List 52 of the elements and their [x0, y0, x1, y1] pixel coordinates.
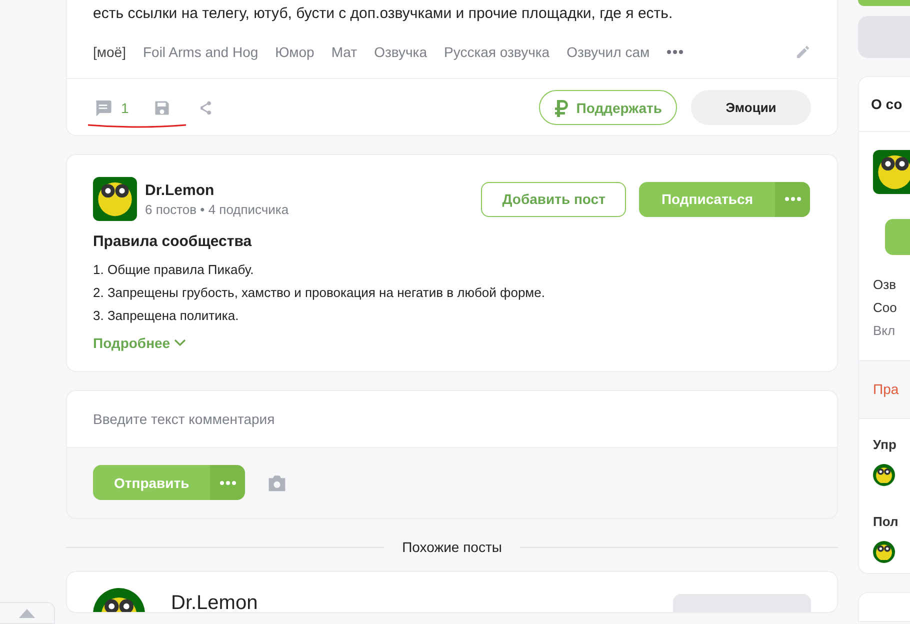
tag-link[interactable]: Юмор: [275, 44, 314, 60]
sidebar-heading: О со: [871, 96, 902, 112]
user-avatar[interactable]: [873, 541, 895, 563]
section-title: Упр: [873, 437, 896, 452]
rule-text: 2. Запрещены грубость, хамство и провокация на негатив в любой форме.: [92, 284, 546, 302]
owl-mascot-icon: [875, 544, 893, 560]
more-link[interactable]: Подробнее: [93, 335, 186, 351]
tag-link[interactable]: Озвучил сам: [566, 44, 650, 60]
owl-mascot-icon: [96, 181, 134, 217]
scroll-top-button[interactable]: [0, 602, 55, 624]
tag-link[interactable]: Озвучка: [374, 44, 428, 60]
tag-link[interactable]: Мат: [331, 44, 358, 60]
section-title: Пол: [873, 514, 898, 529]
sidebar-action-button[interactable]: [885, 219, 910, 255]
sidebar-text: Вкл: [873, 322, 896, 340]
sidebar-text: Озв: [873, 276, 896, 294]
camera-icon[interactable]: [267, 474, 288, 492]
post-text: есть ссылки на телегу, ютуб, бусти с доп.озвучками и прочие площадки, где я есть.: [92, 4, 674, 24]
comment-count: 1: [121, 100, 129, 116]
add-post-button[interactable]: Добавить пост: [481, 182, 626, 216]
subscribe-more-button[interactable]: [775, 182, 810, 216]
similar-posts-heading: Похожие посты: [402, 539, 502, 555]
more-dots-icon[interactable]: [784, 197, 800, 201]
up-triangle-icon: [19, 609, 35, 618]
emotions-button[interactable]: Эмоции: [691, 90, 811, 125]
sidebar-text: Соо: [873, 299, 897, 317]
tag-link[interactable]: Русская озвучка: [444, 44, 550, 60]
rule-text: 1. Общие правила Пикабу.: [92, 261, 255, 279]
pencil-icon[interactable]: [795, 44, 811, 60]
tag-link[interactable]: [моё]: [93, 44, 126, 60]
comment-icon[interactable]: [93, 98, 113, 118]
rule-text: 3. Запрещена политика.: [92, 307, 240, 325]
top-action-button[interactable]: [858, 0, 910, 6]
community-avatar[interactable]: [93, 177, 137, 221]
owl-mascot-icon: [876, 154, 910, 190]
rules-link[interactable]: Пра: [859, 360, 910, 419]
save-icon[interactable]: [152, 98, 171, 116]
comment-input[interactable]: Введите текст комментария: [67, 391, 837, 447]
chevron-down-icon: [174, 339, 186, 347]
author-name[interactable]: Dr.Lemon: [171, 592, 258, 612]
more-dots-icon[interactable]: [220, 480, 236, 484]
community-name[interactable]: Dr.Lemon: [145, 182, 289, 198]
tag-link[interactable]: Foil Arms and Hog: [142, 44, 258, 60]
community-avatar[interactable]: [873, 150, 910, 194]
user-avatar[interactable]: [873, 464, 895, 486]
rules-title: Правила сообщества: [92, 232, 253, 252]
send-more-button[interactable]: [210, 465, 246, 500]
ruble-icon: [554, 98, 570, 116]
owl-mascot-icon: [875, 466, 893, 484]
more-tags-icon[interactable]: [666, 50, 683, 54]
support-button[interactable]: Поддержать: [539, 90, 677, 125]
community-stats: 6 постов • 4 подписчика: [145, 202, 289, 216]
